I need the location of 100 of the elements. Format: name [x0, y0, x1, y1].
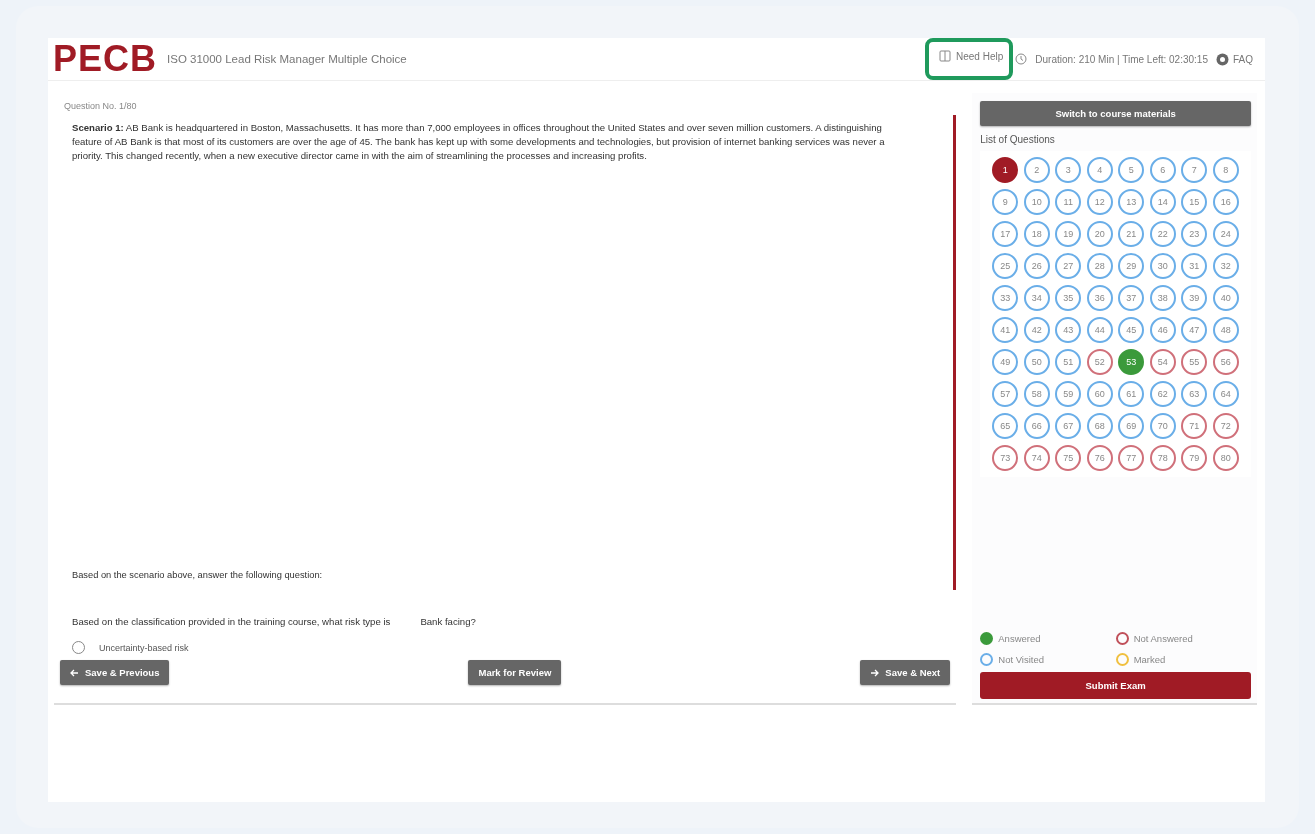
question-number-button[interactable]: 43 — [1055, 317, 1082, 343]
option-label[interactable]: Uncertainty-based risk — [99, 642, 189, 653]
question-number-button[interactable]: 39 — [1181, 285, 1208, 311]
question-text: Bank facing? — [420, 616, 476, 627]
question-number-button[interactable]: 25 — [992, 253, 1019, 279]
question-number-button[interactable]: 49 — [992, 349, 1019, 375]
question-number-button[interactable]: 19 — [1055, 221, 1082, 247]
question-number-button[interactable]: 6 — [1149, 157, 1176, 183]
question-number-button[interactable]: 66 — [1023, 413, 1050, 439]
question-number-button[interactable]: 31 — [1181, 253, 1208, 279]
question-number-button[interactable]: 70 — [1149, 413, 1176, 439]
exam-title: ISO 31000 Lead Risk Manager Multiple Choice — [167, 53, 407, 65]
question-number-button[interactable]: 67 — [1055, 413, 1082, 439]
question-number-button[interactable]: 36 — [1086, 285, 1113, 311]
question-number-button[interactable]: 2 — [1023, 157, 1050, 183]
question-number-button[interactable]: 78 — [1149, 445, 1176, 471]
question-number-button[interactable]: 52 — [1086, 349, 1113, 375]
faq-link[interactable]: FAQ — [1233, 53, 1253, 65]
question-number-button[interactable]: 51 — [1055, 349, 1082, 375]
question-number-button[interactable]: 30 — [1149, 253, 1176, 279]
question-number-button[interactable]: 61 — [1118, 381, 1145, 407]
question-number-button[interactable]: 64 — [1212, 381, 1239, 407]
book-icon — [939, 50, 951, 62]
question-number-button[interactable]: 45 — [1118, 317, 1145, 343]
question-number-button[interactable]: 20 — [1086, 221, 1113, 247]
question-number-button[interactable]: 80 — [1212, 445, 1239, 471]
question-number-button[interactable]: 37 — [1118, 285, 1145, 311]
question-number-button[interactable]: 13 — [1118, 189, 1145, 215]
question-number-button[interactable]: 42 — [1023, 317, 1050, 343]
question-number-button[interactable]: 75 — [1055, 445, 1082, 471]
question-number-button[interactable]: 4 — [1086, 157, 1113, 183]
question-number-button[interactable]: 50 — [1023, 349, 1050, 375]
scenario-text: Scenario 1: AB Bank is headquartered in Boston, Massachusetts. It has more than 7,000 employees in offices throughout the United States and over seven million customers. A distinguishing feature of AB Bank is that most of its customers are over the age of 45. The bank has kept up with some developments and technologies, but provision of internet banking services was never a priority. This changed recently, when a new executive director came in with the aim of streamlining the processes and increasing profits. — [72, 121, 886, 163]
question-number-button[interactable]: 46 — [1149, 317, 1176, 343]
question-number-button[interactable]: 58 — [1023, 381, 1050, 407]
legend-label: Marked — [1133, 654, 1166, 665]
question-number-button[interactable]: 72 — [1212, 413, 1239, 439]
question-number-button[interactable]: 54 — [1149, 349, 1176, 375]
question-number-button[interactable]: 38 — [1149, 285, 1176, 311]
question-number-button[interactable]: 28 — [1086, 253, 1113, 279]
question-number-button[interactable]: 60 — [1086, 381, 1113, 407]
need-help-link[interactable]: Need Help — [929, 42, 1010, 76]
question-number-button[interactable]: 15 — [1181, 189, 1208, 215]
question-number-button[interactable]: 55 — [1181, 349, 1208, 375]
question-text: Based on the classification provided in the training course, what risk type is — [72, 616, 391, 627]
question-number-button[interactable]: 10 — [1023, 189, 1050, 215]
question-number-button[interactable]: 68 — [1086, 413, 1113, 439]
question-number-button[interactable]: 41 — [992, 317, 1019, 343]
scroll-bar[interactable] — [953, 115, 957, 590]
question-number-button[interactable]: 33 — [992, 285, 1019, 311]
question-number-button[interactable]: 21 — [1118, 221, 1145, 247]
question-number-button[interactable]: 65 — [992, 413, 1019, 439]
question-number-button[interactable]: 17 — [992, 221, 1019, 247]
question-number-button[interactable]: 57 — [992, 381, 1019, 407]
question-number-button[interactable]: 40 — [1212, 285, 1239, 311]
question-number-button[interactable]: 3 — [1055, 157, 1082, 183]
question-number-button[interactable]: 77 — [1118, 445, 1145, 471]
question-number-button[interactable]: 5 — [1118, 157, 1145, 183]
clock-icon — [1015, 53, 1028, 65]
mark-review-button[interactable]: Mark for Review — [468, 660, 562, 685]
question-number-button[interactable]: 47 — [1181, 317, 1208, 343]
question-number-button[interactable]: 9 — [992, 189, 1019, 215]
question-number-button[interactable]: 1 — [992, 157, 1019, 183]
question-number-button[interactable]: 79 — [1181, 445, 1208, 471]
question-number-button[interactable]: 53 — [1118, 349, 1145, 375]
question-number-button[interactable]: 18 — [1023, 221, 1050, 247]
arrow-left-icon — [70, 668, 79, 677]
question-number-button[interactable]: 63 — [1181, 381, 1208, 407]
question-number-button[interactable]: 48 — [1212, 317, 1239, 343]
question-number-button[interactable]: 71 — [1181, 413, 1208, 439]
question-number-button[interactable]: 56 — [1212, 349, 1239, 375]
question-number-button[interactable]: 74 — [1023, 445, 1050, 471]
question-number-button[interactable]: 35 — [1055, 285, 1082, 311]
question-number-button[interactable]: 8 — [1212, 157, 1239, 183]
question-number-button[interactable]: 59 — [1055, 381, 1082, 407]
submit-button[interactable]: Submit Exam — [980, 672, 1251, 699]
question-number-button[interactable]: 11 — [1055, 189, 1082, 215]
question-number-button[interactable]: 69 — [1118, 413, 1145, 439]
lifebuoy-icon — [1216, 52, 1229, 66]
question-number-button[interactable]: 32 — [1212, 253, 1239, 279]
question-number-button[interactable]: 29 — [1118, 253, 1145, 279]
instruction-text: Based on the scenario above, answer the following question: — [72, 570, 324, 580]
previous-button[interactable]: Save & Previous — [60, 660, 170, 685]
question-number-button[interactable]: 73 — [992, 445, 1019, 471]
question-number-button[interactable]: 16 — [1212, 189, 1239, 215]
question-number-button[interactable]: 27 — [1055, 253, 1082, 279]
question-number-button[interactable]: 22 — [1149, 221, 1176, 247]
question-number-button[interactable]: 76 — [1086, 445, 1113, 471]
switch-materials-button[interactable]: Switch to course materials — [980, 101, 1251, 126]
question-number-button[interactable]: 14 — [1149, 189, 1176, 215]
question-number: Question No. 1/80 — [64, 101, 138, 111]
question-number-button[interactable]: 24 — [1212, 221, 1239, 247]
question-number-button[interactable]: 26 — [1023, 253, 1050, 279]
question-number-button[interactable]: 7 — [1181, 157, 1208, 183]
question-number-button[interactable]: 23 — [1181, 221, 1208, 247]
question-number-button[interactable]: 62 — [1149, 381, 1176, 407]
question-number-button[interactable]: 34 — [1023, 285, 1050, 311]
question-number-button[interactable]: 12 — [1086, 189, 1113, 215]
question-number-button[interactable]: 44 — [1086, 317, 1113, 343]
next-button[interactable]: Save & Next — [860, 660, 951, 685]
